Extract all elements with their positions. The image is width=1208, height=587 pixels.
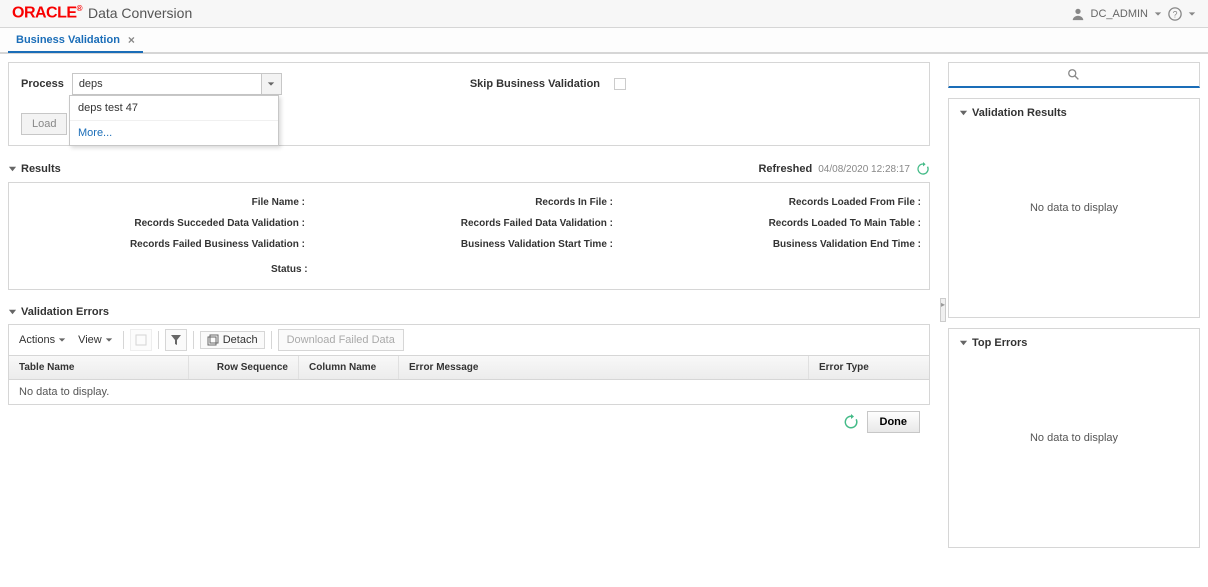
- records-failed-bv-label: Records Failed Business Validation :: [130, 239, 305, 250]
- records-failed-dv-label: Records Failed Data Validation :: [461, 218, 613, 229]
- no-data-message: No data to display: [1030, 432, 1118, 444]
- validation-errors-header[interactable]: Validation Errors: [8, 300, 930, 324]
- chevron-down-icon[interactable]: [1188, 10, 1196, 18]
- process-dropdown: deps test 47 More...: [69, 95, 279, 146]
- disclosure-icon[interactable]: [8, 165, 17, 174]
- process-select-value: deps: [73, 78, 261, 90]
- load-button[interactable]: Load: [21, 113, 67, 135]
- refresh-icon[interactable]: [916, 162, 930, 176]
- validation-errors-section: Validation Errors Actions View: [8, 300, 930, 405]
- format-icon: [130, 329, 152, 351]
- help-icon[interactable]: ?: [1168, 7, 1182, 21]
- splitter[interactable]: ▸: [938, 54, 948, 566]
- th-error-message[interactable]: Error Message: [399, 356, 809, 379]
- table-header-row: Table Name Row Sequence Column Name Erro…: [9, 356, 929, 380]
- svg-text:?: ?: [1173, 9, 1178, 19]
- file-name-label: File Name :: [252, 197, 305, 208]
- chevron-down-icon[interactable]: [1154, 10, 1162, 18]
- toolbar-separator: [193, 331, 194, 349]
- chevron-down-icon[interactable]: [261, 74, 281, 94]
- records-loaded-from-file-label: Records Loaded From File :: [789, 197, 921, 208]
- results-header[interactable]: Results Refreshed 04/08/2020 12:28:17: [8, 156, 930, 182]
- bv-end-label: Business Validation End Time :: [773, 239, 921, 250]
- splitter-handle-icon[interactable]: ▸: [940, 298, 946, 322]
- refreshed-time: 04/08/2020 12:28:17: [818, 164, 910, 175]
- oracle-logo: ORACLE®: [12, 4, 82, 22]
- close-icon[interactable]: ×: [128, 33, 135, 47]
- records-loaded-main-label: Records Loaded To Main Table :: [769, 218, 921, 229]
- toolbar-separator: [158, 331, 159, 349]
- status-label: Status :: [271, 264, 308, 275]
- table-body-empty: No data to display.: [9, 380, 929, 404]
- th-column-name[interactable]: Column Name: [299, 356, 399, 379]
- content-left: Process deps deps test 47 More... Skip B…: [0, 54, 938, 566]
- skip-validation-checkbox[interactable]: [614, 78, 626, 90]
- validation-errors-toolbar: Actions View Detach: [8, 324, 930, 355]
- top-errors-header[interactable]: Top Errors: [959, 337, 1189, 349]
- actions-menu[interactable]: Actions: [15, 332, 70, 348]
- done-button[interactable]: Done: [867, 411, 921, 433]
- validation-results-title: Validation Results: [972, 107, 1067, 119]
- tab-label: Business Validation: [16, 34, 120, 46]
- disclosure-icon[interactable]: [959, 109, 968, 118]
- results-title: Results: [21, 163, 61, 175]
- app-header-left: ORACLE® Data Conversion: [12, 4, 192, 22]
- no-data-message: No data to display: [1030, 202, 1118, 214]
- validation-results-panel: Validation Results No data to display: [948, 98, 1200, 318]
- records-succeeded-dv-label: Records Succeded Data Validation :: [134, 218, 305, 229]
- bv-start-label: Business Validation Start Time :: [461, 239, 613, 250]
- refresh-icon[interactable]: [843, 414, 859, 430]
- process-label: Process: [21, 78, 64, 90]
- process-option[interactable]: deps test 47: [70, 96, 278, 121]
- process-option-more[interactable]: More...: [70, 121, 278, 145]
- app-header: ORACLE® Data Conversion DC_ADMIN ?: [0, 0, 1208, 28]
- results-grid: File Name : Records In File : Records Lo…: [9, 183, 929, 264]
- footer: Done: [8, 405, 930, 439]
- content-right: Validation Results No data to display To…: [948, 54, 1208, 566]
- results-section: Results Refreshed 04/08/2020 12:28:17 Fi…: [8, 156, 930, 290]
- th-error-type[interactable]: Error Type: [809, 356, 929, 379]
- validation-results-header[interactable]: Validation Results: [959, 107, 1189, 119]
- user-name[interactable]: DC_ADMIN: [1091, 8, 1148, 20]
- records-in-file-label: Records In File :: [535, 197, 613, 208]
- toolbar-separator: [123, 331, 124, 349]
- filter-icon[interactable]: [165, 329, 187, 351]
- disclosure-icon[interactable]: [8, 308, 17, 317]
- right-search-bar[interactable]: [948, 62, 1200, 88]
- download-failed-data-button: Download Failed Data: [278, 329, 404, 351]
- validation-errors-table: Table Name Row Sequence Column Name Erro…: [8, 355, 930, 405]
- detach-button[interactable]: Detach: [200, 331, 265, 349]
- validation-errors-title: Validation Errors: [21, 306, 109, 318]
- tab-bar: Business Validation ×: [0, 28, 1208, 54]
- tab-business-validation[interactable]: Business Validation ×: [8, 29, 143, 53]
- view-menu[interactable]: View: [74, 332, 117, 348]
- user-icon: [1071, 7, 1085, 21]
- th-table-name[interactable]: Table Name: [9, 356, 189, 379]
- top-errors-title: Top Errors: [972, 337, 1027, 349]
- process-select[interactable]: deps: [72, 73, 282, 95]
- skip-validation-label: Skip Business Validation: [470, 78, 600, 90]
- process-row: Process deps deps test 47 More... Skip B…: [21, 73, 917, 95]
- refreshed-label: Refreshed: [758, 163, 812, 175]
- results-panel: File Name : Records In File : Records Lo…: [8, 182, 930, 290]
- search-icon: [1067, 68, 1081, 82]
- th-row-sequence[interactable]: Row Sequence: [189, 356, 299, 379]
- process-panel: Process deps deps test 47 More... Skip B…: [8, 62, 930, 146]
- toolbar-separator: [271, 331, 272, 349]
- disclosure-icon[interactable]: [959, 339, 968, 348]
- top-errors-panel: Top Errors No data to display: [948, 328, 1200, 548]
- results-header-right: Refreshed 04/08/2020 12:28:17: [758, 162, 930, 176]
- main-layout: Process deps deps test 47 More... Skip B…: [0, 54, 1208, 566]
- app-header-right: DC_ADMIN ?: [1071, 7, 1196, 21]
- app-title: Data Conversion: [88, 5, 192, 21]
